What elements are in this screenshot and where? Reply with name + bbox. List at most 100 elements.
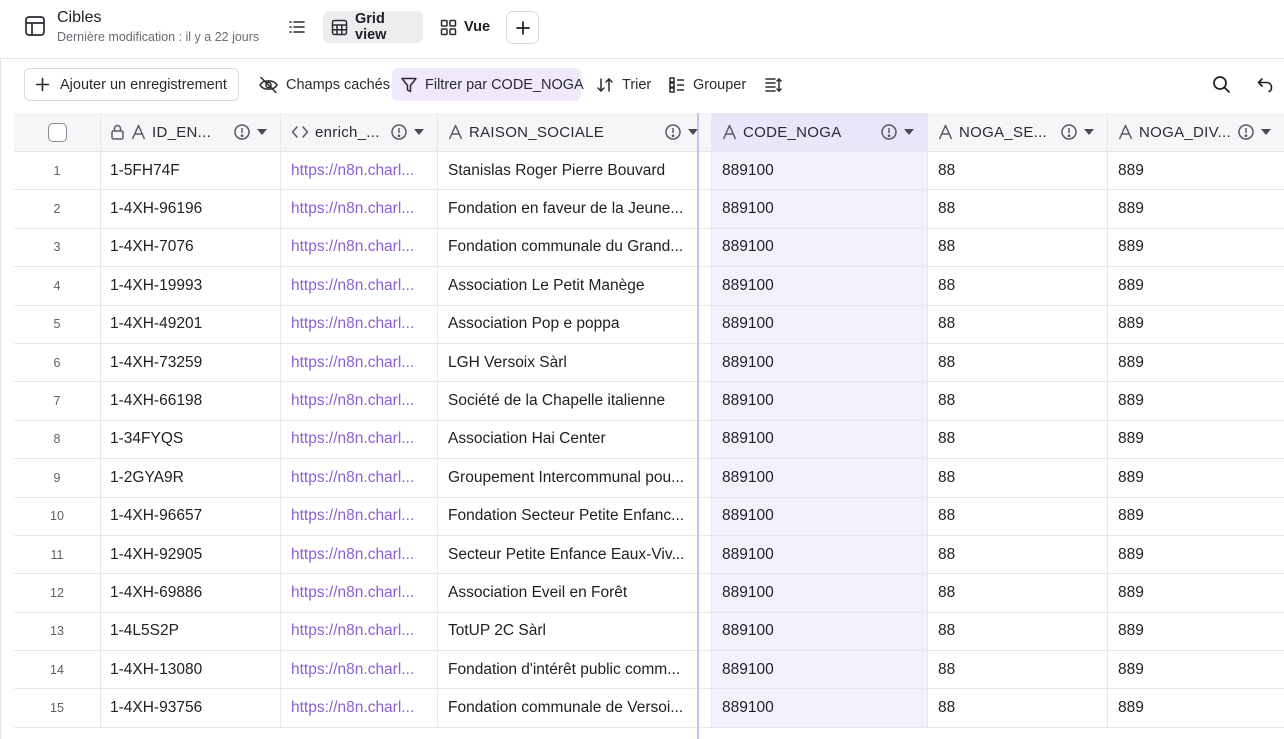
cell-raison-sociale[interactable]: Fondation communale de Versoi... xyxy=(438,689,712,727)
cell-noga-division[interactable]: 889 xyxy=(1108,229,1284,266)
cell-noga-secteur[interactable]: 88 xyxy=(928,343,1108,382)
cell-enrich-link[interactable]: https://n8n.charl... xyxy=(281,420,438,459)
info-icon[interactable] xyxy=(1237,123,1255,141)
cell-noga-secteur[interactable]: 88 xyxy=(928,459,1108,497)
cell-code-noga[interactable]: 889100 xyxy=(712,535,928,574)
table-row[interactable]: 8 1-34FYQS https://n8n.charl... Associat… xyxy=(14,420,1284,460)
table-row[interactable]: 5 1-4XH-49201 https://n8n.charl... Assoc… xyxy=(14,305,1284,344)
table-row[interactable]: 15 1-4XH-93756 https://n8n.charl... Fond… xyxy=(14,689,1284,728)
list-icon[interactable] xyxy=(286,16,308,38)
cell-noga-division[interactable]: 889 xyxy=(1108,190,1284,227)
cell-raison-sociale[interactable]: Association Eveil en Forêt xyxy=(438,574,712,612)
cell-code-noga[interactable]: 889100 xyxy=(712,267,928,305)
cell-noga-secteur[interactable]: 88 xyxy=(928,689,1108,727)
cell-enrich-link[interactable]: https://n8n.charl... xyxy=(281,535,438,574)
cell-noga-division[interactable]: 889 xyxy=(1108,344,1284,381)
cell-noga-secteur[interactable]: 88 xyxy=(928,152,1108,190)
info-icon[interactable] xyxy=(880,123,898,141)
info-icon[interactable] xyxy=(664,123,682,141)
cell-noga-secteur[interactable]: 88 xyxy=(928,420,1108,459)
filter-button[interactable]: Filtrer par CODE_NOGA xyxy=(392,68,584,101)
cell-noga-division[interactable]: 889 xyxy=(1108,267,1284,304)
info-icon[interactable] xyxy=(390,123,408,141)
cell-noga-secteur[interactable]: 88 xyxy=(928,497,1108,535)
column-header-code-noga[interactable]: CODE_NOGA xyxy=(712,113,928,151)
cell-noga-secteur[interactable]: 88 xyxy=(928,574,1108,612)
info-icon[interactable] xyxy=(233,123,251,141)
undo-button[interactable] xyxy=(1252,68,1278,101)
cell-raison-sociale[interactable]: Fondation communale du Grand... xyxy=(438,228,712,267)
cell-noga-secteur[interactable]: 88 xyxy=(928,228,1108,267)
cell-noga-division[interactable]: 889 xyxy=(1108,651,1284,688)
column-header-id[interactable]: ID_EN... xyxy=(101,113,281,151)
table-row[interactable]: 13 1-4L5S2P https://n8n.charl... TotUP 2… xyxy=(14,612,1284,652)
cell-enrich-link[interactable]: https://n8n.charl... xyxy=(281,382,438,420)
table-row[interactable]: 14 1-4XH-13080 https://n8n.charl... Fond… xyxy=(14,651,1284,690)
cell-code-noga[interactable]: 889100 xyxy=(712,420,928,459)
row-height-button[interactable] xyxy=(762,68,784,101)
info-icon[interactable] xyxy=(1060,123,1078,141)
cell-noga-secteur[interactable]: 88 xyxy=(928,612,1108,651)
cell-noga-division[interactable]: 889 xyxy=(1108,459,1284,496)
cell-noga-secteur[interactable]: 88 xyxy=(928,190,1108,228)
cell-code-noga[interactable]: 889100 xyxy=(712,574,928,612)
cell-code-noga[interactable]: 889100 xyxy=(712,497,928,535)
column-header-noga-division[interactable]: NOGA_DIV... xyxy=(1108,113,1284,151)
chevron-down-icon[interactable] xyxy=(256,127,268,137)
cell-enrich-link[interactable]: https://n8n.charl... xyxy=(281,459,438,497)
cell-noga-division[interactable]: 889 xyxy=(1108,306,1284,343)
cell-raison-sociale[interactable]: Association Hai Center xyxy=(438,420,712,459)
view-tab-vue[interactable]: Vue xyxy=(432,11,498,43)
cell-id[interactable]: 1-4XH-66198 xyxy=(101,382,281,420)
cell-id[interactable]: 1-4L5S2P xyxy=(101,612,281,651)
chevron-down-icon[interactable] xyxy=(903,127,915,137)
cell-id[interactable]: 1-4XH-93756 xyxy=(101,689,281,727)
cell-noga-secteur[interactable]: 88 xyxy=(928,305,1108,343)
cell-raison-sociale[interactable]: Fondation d'intérêt public comm... xyxy=(438,651,712,689)
cell-noga-division[interactable]: 889 xyxy=(1108,421,1284,458)
cell-raison-sociale[interactable]: Association Le Petit Manège xyxy=(438,267,712,305)
column-header-raison-sociale[interactable]: RAISON_SOCIALE xyxy=(438,113,712,151)
cell-id[interactable]: 1-4XH-7076 xyxy=(101,228,281,267)
cell-enrich-link[interactable]: https://n8n.charl... xyxy=(281,651,438,689)
table-row[interactable]: 1 1-5FH74F https://n8n.charl... Stanisla… xyxy=(14,152,1284,191)
cell-code-noga[interactable]: 889100 xyxy=(712,612,928,651)
cell-id[interactable]: 1-34FYQS xyxy=(101,420,281,459)
cell-code-noga[interactable]: 889100 xyxy=(712,651,928,689)
cell-raison-sociale[interactable]: Fondation Secteur Petite Enfanc... xyxy=(438,497,712,535)
cell-enrich-link[interactable]: https://n8n.charl... xyxy=(281,497,438,535)
cell-noga-division[interactable]: 889 xyxy=(1108,613,1284,650)
cell-code-noga[interactable]: 889100 xyxy=(712,689,928,727)
table-row[interactable]: 12 1-4XH-69886 https://n8n.charl... Asso… xyxy=(14,574,1284,613)
cell-id[interactable]: 1-4XH-96196 xyxy=(101,190,281,228)
cell-raison-sociale[interactable]: Groupement Intercommunal pou... xyxy=(438,459,712,497)
cell-noga-secteur[interactable]: 88 xyxy=(928,535,1108,574)
cell-code-noga[interactable]: 889100 xyxy=(712,305,928,343)
column-header-noga-secteur[interactable]: NOGA_SE... xyxy=(928,113,1108,151)
cell-noga-division[interactable]: 889 xyxy=(1108,152,1284,189)
cell-noga-division[interactable]: 889 xyxy=(1108,498,1284,535)
cell-id[interactable]: 1-4XH-69886 xyxy=(101,574,281,612)
cell-id[interactable]: 1-4XH-96657 xyxy=(101,497,281,535)
cell-code-noga[interactable]: 889100 xyxy=(712,152,928,190)
cell-noga-division[interactable]: 889 xyxy=(1108,689,1284,726)
cell-raison-sociale[interactable]: LGH Versoix Sàrl xyxy=(438,343,712,382)
cell-code-noga[interactable]: 889100 xyxy=(712,343,928,382)
cell-raison-sociale[interactable]: TotUP 2C Sàrl xyxy=(438,612,712,651)
cell-enrich-link[interactable]: https://n8n.charl... xyxy=(281,267,438,305)
cell-enrich-link[interactable]: https://n8n.charl... xyxy=(281,152,438,190)
cell-enrich-link[interactable]: https://n8n.charl... xyxy=(281,190,438,228)
cell-raison-sociale[interactable]: Stanislas Roger Pierre Bouvard xyxy=(438,152,712,190)
table-row[interactable]: 11 1-4XH-92905 https://n8n.charl... Sect… xyxy=(14,535,1284,575)
table-row[interactable]: 10 1-4XH-96657 https://n8n.charl... Fond… xyxy=(14,497,1284,536)
sort-button[interactable]: Trier xyxy=(592,68,655,101)
search-button[interactable] xyxy=(1208,68,1234,101)
group-button[interactable]: Grouper xyxy=(664,68,750,101)
chevron-down-icon[interactable] xyxy=(1260,127,1272,137)
cell-noga-secteur[interactable]: 88 xyxy=(928,267,1108,305)
view-tab-grid[interactable]: Grid view xyxy=(323,11,423,43)
cell-enrich-link[interactable]: https://n8n.charl... xyxy=(281,343,438,382)
cell-id[interactable]: 1-4XH-92905 xyxy=(101,535,281,574)
table-row[interactable]: 7 1-4XH-66198 https://n8n.charl... Socié… xyxy=(14,382,1284,421)
cell-noga-division[interactable]: 889 xyxy=(1108,382,1284,419)
